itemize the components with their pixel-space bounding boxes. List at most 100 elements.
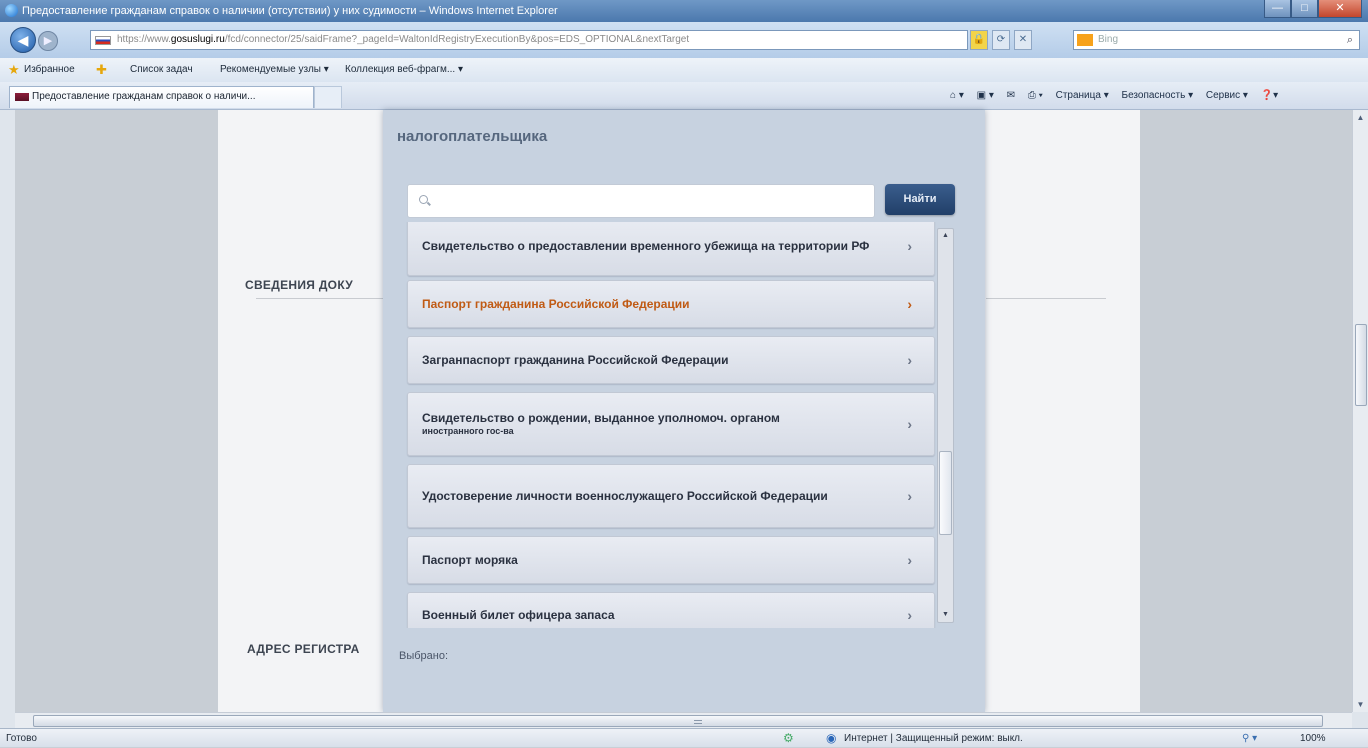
status-text: Готово	[6, 733, 37, 744]
list-item[interactable]: Удостоверение личности военнослужащего Р…	[407, 464, 935, 528]
search-icon	[419, 195, 428, 204]
zoom-level[interactable]: 100%	[1300, 729, 1326, 748]
scroll-up-icon[interactable]: ▲	[1353, 110, 1368, 125]
list-item[interactable]: Загранпаспорт гражданина Российской Феде…	[407, 336, 935, 384]
document-picker-dialog: налогоплательщика Найти Свидетельство о …	[383, 110, 985, 712]
home-icon[interactable]: ⌂ ▾	[950, 90, 964, 101]
list-item-label: Свидетельство о предоставлении временног…	[422, 239, 886, 253]
list-scrollbar[interactable]: ▲ ▼	[937, 228, 954, 623]
search-input[interactable]: Bing ⌕	[1073, 30, 1360, 50]
address-tools: 🔒 ⟳ ✕	[970, 30, 1080, 50]
list-item-title: Паспорт гражданина Российской Федерации	[422, 297, 690, 311]
list-item-title: Паспорт моряка	[422, 553, 518, 567]
chevron-right-icon: ›	[907, 607, 912, 623]
list-item-label: Паспорт моряка	[422, 553, 886, 567]
list-item-title: Удостоверение личности военнослужащего Р…	[422, 489, 828, 503]
divider	[256, 298, 386, 299]
list-item-subtitle: иностранного гос-ва	[422, 426, 514, 436]
page-scroll-thumb[interactable]	[1355, 324, 1367, 406]
list-item-label: Загранпаспорт гражданина Российской Феде…	[422, 353, 886, 367]
selected-label: Выбрано:	[399, 650, 449, 662]
globe-icon: ◉	[826, 731, 837, 745]
page-horizontal-scrollbar[interactable]	[15, 712, 1352, 728]
browser-tab[interactable]: Предоставление гражданам справок о налич…	[9, 86, 314, 108]
window-controls: — □ ✕	[1264, 0, 1362, 19]
maximize-button[interactable]: □	[1291, 0, 1318, 18]
list-item[interactable]: Свидетельство о предоставлении временног…	[407, 222, 935, 276]
find-button[interactable]: Найти	[885, 184, 955, 215]
document-list: Свидетельство о предоставлении временног…	[405, 222, 963, 628]
list-scroll-thumb[interactable]	[939, 451, 952, 535]
dialog-title: налогоплательщика	[397, 128, 548, 145]
lock-icon[interactable]: 🔒	[970, 30, 988, 50]
site-favicon-icon	[95, 36, 111, 45]
chevron-right-icon: ›	[907, 352, 912, 368]
grip-icon	[694, 720, 702, 724]
chevron-right-icon: ›	[907, 488, 912, 504]
list-item[interactable]: Паспорт моряка ›	[407, 536, 935, 584]
url-host: gosuslugi.ru	[170, 34, 225, 45]
window-title: Предоставление гражданам справок о налич…	[22, 5, 558, 17]
list-item-title: Загранпаспорт гражданина Российской Феде…	[422, 353, 729, 367]
stop-icon[interactable]: ✕	[1014, 30, 1032, 50]
chevron-right-icon: ›	[907, 296, 912, 312]
favorites-bar: ★ Избранное ✚ Список задач Рекомендуемые…	[0, 58, 1368, 82]
print-icon[interactable]: ⎙ ▾	[1028, 90, 1043, 101]
refresh-icon[interactable]: ⟳	[992, 30, 1010, 50]
back-button[interactable]: ◀	[10, 27, 36, 53]
zoom-icon[interactable]: ⚲ ▾	[1242, 729, 1257, 748]
safety-menu[interactable]: Безопасность ▾	[1122, 90, 1194, 101]
list-item-label: Военный билет офицера запаса	[422, 608, 886, 622]
list-item[interactable]: Военный билет офицера запаса ›	[407, 592, 935, 628]
bing-logo-icon	[1077, 34, 1093, 46]
section-documents-label: СВЕДЕНИЯ ДОКУ	[245, 278, 354, 292]
command-bar: Предоставление гражданам справок о налич…	[0, 82, 1368, 110]
divider	[986, 298, 1106, 299]
tab-favicon-icon	[15, 93, 29, 101]
list-item[interactable]: Свидетельство о рождении, выданное уполн…	[407, 392, 935, 456]
tab-title: Предоставление гражданам справок о налич…	[32, 91, 256, 102]
favorites-item[interactable]: Коллекция веб-фрагм... ▾	[345, 58, 463, 82]
mail-icon[interactable]: ✉	[1007, 90, 1015, 101]
url-path: /fcd/connector/25/saidFrame?_pageId=Walt…	[224, 34, 690, 45]
favorites-item[interactable]: Список задач	[130, 58, 193, 82]
list-item-label: Удостоверение личности военнослужащего Р…	[422, 489, 886, 503]
list-item-title: Свидетельство о рождении, выданное уполн…	[422, 411, 780, 425]
security-zone-text[interactable]: Интернет | Защищенный режим: выкл.	[844, 729, 1023, 748]
add-favorite-icon[interactable]: ✚	[96, 58, 107, 82]
list-item-label: Паспорт гражданина Российской Федерации	[422, 297, 886, 311]
tools-menu[interactable]: Сервис ▾	[1206, 90, 1248, 101]
page-menu[interactable]: Страница ▾	[1056, 90, 1109, 101]
status-bar: Готово ⚙ ◉ Интернет | Защищенный режим: …	[0, 728, 1368, 747]
scroll-down-icon[interactable]: ▼	[1353, 697, 1368, 712]
url-scheme: https://www.	[117, 34, 171, 45]
protected-mode-icon: ⚙	[783, 731, 794, 745]
new-tab-button[interactable]	[314, 86, 342, 108]
title-bar: Предоставление гражданам справок о налич…	[0, 0, 1368, 22]
page-vertical-scrollbar[interactable]: ▲ ▼	[1352, 110, 1368, 712]
section-address-label: АДРЕС РЕГИСТРА	[247, 642, 360, 656]
search-placeholder: Bing	[1098, 34, 1119, 45]
address-bar: ◀ ▶ https://www.gosuslugi.ru/fcd/connect…	[0, 22, 1368, 58]
document-search-field[interactable]	[407, 184, 875, 218]
search-icon[interactable]: ⌕	[1347, 31, 1353, 49]
close-button[interactable]: ✕	[1318, 0, 1362, 18]
list-item[interactable]: Паспорт гражданина Российской Федерации …	[407, 280, 935, 328]
favorites-item[interactable]: Рекомендуемые узлы ▾	[220, 58, 329, 82]
chevron-right-icon: ›	[907, 552, 912, 568]
feeds-icon[interactable]: ▣ ▾	[977, 90, 994, 101]
chevron-right-icon: ›	[907, 416, 912, 432]
page-hscroll-thumb[interactable]	[33, 715, 1323, 727]
help-menu[interactable]: ❓▾	[1261, 90, 1278, 101]
forward-button[interactable]: ▶	[38, 31, 58, 51]
minimize-button[interactable]: —	[1264, 0, 1291, 18]
list-item-label: Свидетельство о рождении, выданное уполн…	[422, 411, 886, 437]
scroll-up-icon[interactable]: ▲	[938, 229, 953, 243]
favorites-button[interactable]: Избранное	[24, 58, 75, 82]
url-input[interactable]: https://www.gosuslugi.ru/fcd/connector/2…	[90, 30, 968, 50]
ie-logo-icon	[5, 4, 18, 17]
document-search-input[interactable]	[436, 191, 866, 213]
scroll-down-icon[interactable]: ▼	[938, 608, 953, 622]
browser-window: Предоставление гражданам справок о налич…	[0, 0, 1368, 747]
favorites-star-icon[interactable]: ★	[8, 58, 20, 82]
